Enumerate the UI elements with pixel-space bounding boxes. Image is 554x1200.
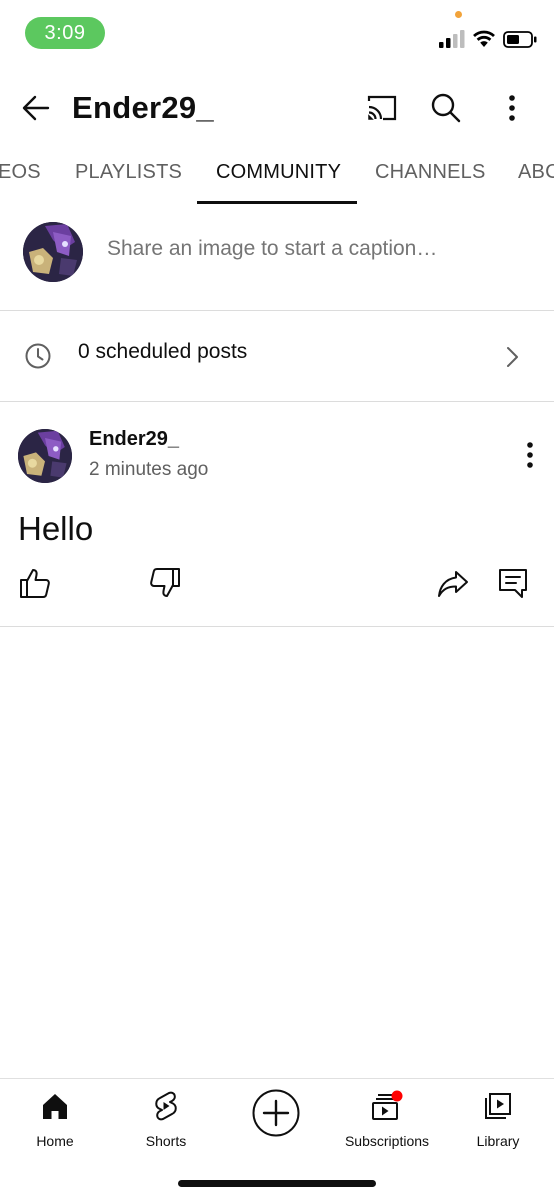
- status-bar: 3:09: [0, 0, 554, 64]
- create-button[interactable]: [252, 1089, 300, 1137]
- channel-tabs: EOS PLAYLISTS COMMUNITY CHANNELS ABC: [0, 145, 554, 205]
- more-vertical-icon: [509, 95, 515, 121]
- nav-shorts-label: Shorts: [145, 1133, 187, 1149]
- app-header: Ender29_: [0, 70, 554, 145]
- clock-icon: [25, 343, 51, 369]
- nav-shorts[interactable]: Shorts: [111, 1089, 221, 1149]
- library-icon: [485, 1093, 511, 1119]
- tab-channels[interactable]: CHANNELS: [375, 161, 486, 184]
- privacy-indicator-dot: [455, 11, 462, 18]
- cast-button[interactable]: [362, 88, 402, 128]
- chevron-right-icon: [507, 347, 518, 367]
- avatar[interactable]: [18, 429, 72, 483]
- plus-icon: [262, 1099, 290, 1127]
- tab-videos[interactable]: EOS: [0, 161, 41, 184]
- nav-library-label: Library: [476, 1133, 520, 1149]
- cellular-signal-icon: [439, 30, 465, 48]
- thumbs-down-icon: [150, 568, 180, 597]
- nav-subscriptions-label: Subscriptions: [344, 1133, 430, 1149]
- post-text: Hello: [18, 510, 94, 547]
- avatar: [23, 222, 83, 282]
- subscriptions-icon: [372, 1090, 403, 1120]
- post-author[interactable]: Ender29_: [89, 428, 179, 451]
- scheduled-posts-label: 0 scheduled posts: [78, 340, 248, 363]
- more-options-button[interactable]: [492, 88, 532, 128]
- like-button[interactable]: [18, 566, 52, 600]
- battery-icon: [503, 31, 537, 48]
- thumbs-up-icon: [20, 569, 50, 598]
- nav-subscriptions[interactable]: Subscriptions: [332, 1089, 442, 1149]
- more-vertical-icon: [527, 442, 533, 468]
- shorts-icon: [155, 1091, 177, 1121]
- tab-about[interactable]: ABC: [518, 161, 554, 184]
- nav-home-label: Home: [36, 1133, 74, 1149]
- status-time: 3:09: [25, 17, 105, 49]
- tab-playlists[interactable]: PLAYLISTS: [75, 161, 182, 184]
- composer-input[interactable]: [107, 237, 527, 261]
- nav-home[interactable]: Home: [0, 1089, 110, 1149]
- home-indicator[interactable]: [178, 1180, 376, 1187]
- channel-title: Ender29_: [72, 90, 214, 125]
- nav-library[interactable]: Library: [443, 1089, 553, 1149]
- post-more-button[interactable]: [516, 440, 544, 470]
- back-button[interactable]: [16, 88, 56, 128]
- search-icon: [431, 93, 461, 123]
- wifi-icon: [473, 30, 495, 47]
- share-arrow-icon: [438, 571, 468, 597]
- active-tab-indicator: [197, 201, 357, 204]
- community-post: Ender29_ 2 minutes ago Hello: [0, 402, 554, 627]
- cast-icon: [367, 95, 397, 121]
- back-arrow-icon: [22, 95, 50, 121]
- scheduled-posts-row[interactable]: 0 scheduled posts: [0, 311, 554, 402]
- tab-community[interactable]: COMMUNITY: [216, 161, 341, 184]
- comment-button[interactable]: [496, 566, 530, 600]
- share-button[interactable]: [436, 566, 470, 600]
- search-button[interactable]: [426, 88, 466, 128]
- post-composer: [0, 205, 554, 311]
- home-icon: [43, 1094, 67, 1119]
- post-timestamp: 2 minutes ago: [89, 459, 209, 480]
- dislike-button[interactable]: [148, 566, 182, 600]
